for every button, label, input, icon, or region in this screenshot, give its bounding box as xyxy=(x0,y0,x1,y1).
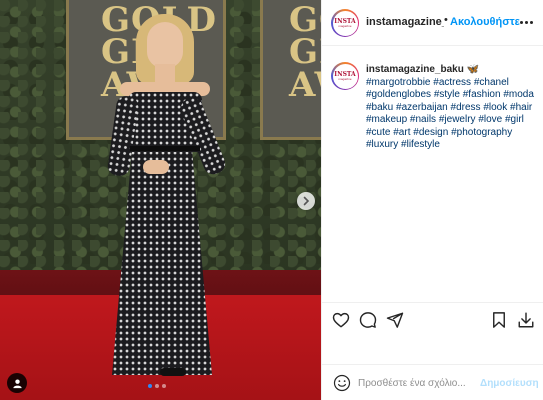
post-actions-bar xyxy=(322,302,543,336)
hashtag-link[interactable]: #chanel xyxy=(474,77,509,88)
carousel-dot xyxy=(148,384,152,388)
hashtag-link[interactable]: #girl xyxy=(505,114,524,125)
avatar-sub-text: magazine xyxy=(338,76,352,81)
heart-icon xyxy=(332,312,350,328)
figure-face xyxy=(147,22,183,68)
carousel-dot xyxy=(155,384,159,388)
avatar[interactable]: INSTA magazine xyxy=(331,9,359,37)
caption-username-link[interactable]: instamagazine_baku xyxy=(366,64,464,75)
hashtag-link[interactable]: #design xyxy=(413,127,448,138)
chevron-right-icon xyxy=(303,196,310,206)
comment-bar: Δημοσίευση xyxy=(322,364,543,400)
follow-button[interactable]: Ακολουθήστε xyxy=(450,16,520,28)
hashtag-link[interactable]: #jewelry xyxy=(439,114,476,125)
post-details-panel: INSTA magazine instamagazine_baku • Ακολ… xyxy=(321,0,543,400)
hashtag-link[interactable]: #makeup xyxy=(366,114,407,125)
emoji-button[interactable] xyxy=(333,374,351,392)
save-button[interactable] xyxy=(490,311,508,329)
hashtag-link[interactable]: #art xyxy=(393,127,410,138)
hashtag-link[interactable]: #hair xyxy=(510,102,532,113)
next-photo-button[interactable] xyxy=(297,192,315,210)
figure-shoe xyxy=(160,368,186,376)
hashtag-link[interactable]: #photography xyxy=(451,127,512,138)
post-comment-button[interactable]: Δημοσίευση xyxy=(480,378,539,389)
figure-hands xyxy=(143,160,169,174)
post-header: INSTA magazine instamagazine_baku • Ακολ… xyxy=(322,0,543,46)
hashtag-link[interactable]: #moda xyxy=(503,89,534,100)
caption-avatar[interactable]: INSTA magazine xyxy=(331,62,359,90)
hashtag-link[interactable]: #actress xyxy=(433,77,471,88)
hashtag-link[interactable]: #goldenglobes xyxy=(366,89,431,100)
bookmark-icon xyxy=(493,312,505,328)
header-separator: • xyxy=(444,14,448,26)
hashtag-link[interactable]: #lifestyle xyxy=(401,139,440,150)
hashtag-link[interactable]: #love xyxy=(478,114,502,125)
hashtag-link[interactable]: #look xyxy=(483,102,507,113)
hashtag-list: #margotrobbie #actress #chanel #goldengl… xyxy=(366,77,534,151)
figure-belt xyxy=(130,146,200,151)
hashtag-link[interactable]: #margotrobbie xyxy=(366,77,430,88)
post-caption: instamagazine_baku 🦋 #margotrobbie #actr… xyxy=(366,64,538,152)
paper-plane-icon xyxy=(386,312,404,328)
post-photo[interactable]: GOLD GLO AW GO GL AW xyxy=(0,0,321,400)
user-icon xyxy=(12,378,22,388)
share-button[interactable] xyxy=(386,311,404,329)
hashtag-link[interactable]: #fashion xyxy=(463,89,501,100)
download-button[interactable] xyxy=(517,311,535,329)
hashtag-link[interactable]: #style xyxy=(434,89,460,100)
comment-button[interactable] xyxy=(359,311,377,329)
header-username-link[interactable]: instamagazine_baku xyxy=(366,16,444,28)
like-button[interactable] xyxy=(332,311,350,329)
hashtag-link[interactable]: #dress xyxy=(451,102,481,113)
comment-icon xyxy=(359,312,377,328)
butterfly-emoji: 🦋 xyxy=(466,64,480,75)
hashtag-link[interactable]: #baku xyxy=(366,102,393,113)
sign-text-right: GO GL AW xyxy=(289,0,321,105)
smiley-icon xyxy=(333,374,351,392)
hashtag-link[interactable]: #luxury xyxy=(366,139,398,150)
hashtag-link[interactable]: #nails xyxy=(410,114,436,125)
avatar-sub-text: magazine xyxy=(338,23,352,28)
comment-input[interactable] xyxy=(358,374,478,392)
hashtag-link[interactable]: #azerbaijan xyxy=(396,102,448,113)
carousel-indicator xyxy=(148,384,166,388)
more-options-icon[interactable] xyxy=(518,15,534,29)
download-icon xyxy=(518,312,534,328)
golden-globes-sign-right: GO GL AW xyxy=(260,0,321,140)
tagged-users-button[interactable] xyxy=(7,373,27,393)
hashtag-link[interactable]: #cute xyxy=(366,127,390,138)
carousel-dot xyxy=(162,384,166,388)
